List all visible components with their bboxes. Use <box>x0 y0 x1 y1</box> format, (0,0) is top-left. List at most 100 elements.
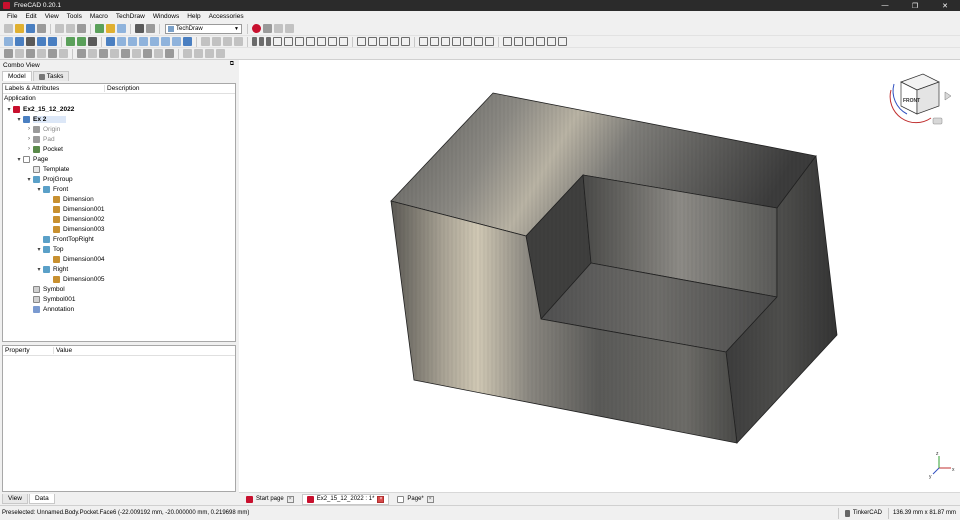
menu-file[interactable]: File <box>3 11 21 22</box>
doc-tab-page[interactable]: Page* × <box>392 494 438 505</box>
tree-item[interactable]: › Pad <box>3 134 55 144</box>
stack-top-icon[interactable] <box>183 49 192 58</box>
menu-techdraw[interactable]: TechDraw <box>112 11 149 22</box>
expand-arrow-icon[interactable]: ▾ <box>15 156 23 163</box>
expand-arrow-icon[interactable]: ▾ <box>25 176 33 183</box>
3d-viewport[interactable]: FRONT x z y <box>239 60 960 492</box>
workbench-selector[interactable]: TechDraw ▼ <box>165 23 242 34</box>
horizontal-dimension-toolbar-icon[interactable] <box>259 37 264 46</box>
bottom-view-icon[interactable] <box>161 37 170 46</box>
new-file-icon[interactable] <box>4 24 13 33</box>
tree-item[interactable]: ▾ Right <box>3 264 68 274</box>
hole-shaft-fit-icon[interactable] <box>525 37 534 46</box>
tree-item[interactable]: FrontTopRight <box>3 234 94 244</box>
menu-tools[interactable]: Tools <box>63 11 86 22</box>
stereo-icon[interactable] <box>37 37 46 46</box>
expand-arrow-icon[interactable]: ▾ <box>35 186 43 193</box>
left-view-icon[interactable] <box>172 37 181 46</box>
tree-item[interactable]: Dimension005 <box>3 274 105 284</box>
fit-selection-icon[interactable] <box>15 37 24 46</box>
macros-dialog-icon[interactable] <box>274 24 283 33</box>
tree-item[interactable]: ▾ Front <box>3 184 68 194</box>
export-page-dxf-icon[interactable] <box>48 49 57 58</box>
tree-item[interactable]: Template <box>3 164 69 174</box>
cosmetic-vertex-icon[interactable] <box>430 37 439 46</box>
techdraw-projgroup-icon[interactable] <box>234 37 243 46</box>
rich-annotation-icon[interactable] <box>485 37 494 46</box>
tree-item[interactable]: Dimension002 <box>3 214 105 224</box>
arch-view-icon[interactable] <box>121 49 130 58</box>
rear-view-icon[interactable] <box>150 37 159 46</box>
tree-item[interactable]: ▾ ProjGroup <box>3 174 73 184</box>
doc-tab-model[interactable]: Ex2_15_12_2022 : 1* × <box>301 493 390 505</box>
techdraw-view-icon[interactable] <box>223 37 232 46</box>
front-view-icon[interactable] <box>117 37 126 46</box>
close-icon[interactable]: × <box>377 495 385 503</box>
geom-hatch-icon[interactable] <box>368 37 377 46</box>
techdraw-new-page-icon[interactable] <box>201 37 210 46</box>
spreadsheet-view-icon[interactable] <box>132 49 141 58</box>
property-col-name[interactable]: Property <box>3 347 53 354</box>
navigation-style-selector[interactable]: TinkerCAD <box>837 507 888 519</box>
macro-icon[interactable] <box>146 24 155 33</box>
chamfer-icon[interactable] <box>536 37 545 46</box>
refresh-icon[interactable] <box>117 24 126 33</box>
isometric-view-icon[interactable] <box>106 37 115 46</box>
draft-view-icon[interactable] <box>110 49 119 58</box>
insert-page-icon[interactable] <box>4 49 13 58</box>
save-as-icon[interactable] <box>37 24 46 33</box>
navigation-cube[interactable]: FRONT <box>889 73 952 125</box>
menu-help[interactable]: Help <box>183 11 204 22</box>
clip-add-icon[interactable] <box>154 49 163 58</box>
draw-style-icon[interactable] <box>26 37 35 46</box>
tree-item[interactable]: ▾ Page <box>3 154 48 164</box>
redo-icon[interactable] <box>106 24 115 33</box>
tree-item[interactable]: Dimension004 <box>3 254 105 264</box>
menu-view[interactable]: View <box>41 11 63 22</box>
expand-arrow-icon[interactable]: › <box>25 146 33 152</box>
expand-arrow-icon[interactable]: › <box>25 136 33 142</box>
undock-icon[interactable]: ⧉ <box>230 61 234 68</box>
record-macro-icon[interactable] <box>252 24 261 33</box>
detail-view-icon[interactable] <box>99 49 108 58</box>
open-file-icon[interactable] <box>15 24 24 33</box>
model-tree[interactable]: Labels & Attributes Description Applicat… <box>2 83 236 342</box>
weld-symbol-icon[interactable] <box>503 37 512 46</box>
radius-dimension-icon[interactable] <box>273 37 282 46</box>
image-icon[interactable] <box>390 37 399 46</box>
measure-distance-icon[interactable] <box>183 37 192 46</box>
undo-icon[interactable] <box>95 24 104 33</box>
back-icon[interactable] <box>66 37 75 46</box>
menu-windows[interactable]: Windows <box>149 11 183 22</box>
toggle-frames-icon[interactable] <box>401 37 410 46</box>
tree-item[interactable]: Dimension003 <box>3 224 105 234</box>
midpoint-icon[interactable] <box>441 37 450 46</box>
navcube-menu-icon[interactable] <box>932 117 943 125</box>
doc-tab-start-page[interactable]: Start page × <box>241 494 299 505</box>
tree-item[interactable]: Annotation <box>3 304 74 314</box>
top-view-icon[interactable] <box>128 37 137 46</box>
techdraw-template-icon[interactable] <box>212 37 221 46</box>
tab-data[interactable]: Data <box>28 494 55 504</box>
redraw-page-icon[interactable] <box>59 49 68 58</box>
close-icon[interactable]: × <box>426 495 434 503</box>
navcube-arrow-right-icon[interactable] <box>944 91 952 101</box>
paste-icon[interactable] <box>77 24 86 33</box>
clip-remove-icon[interactable] <box>165 49 174 58</box>
sync-view-icon[interactable] <box>48 37 57 46</box>
insert-view-icon[interactable] <box>15 49 24 58</box>
hatch-icon[interactable] <box>357 37 366 46</box>
tree-item[interactable]: ▾ Ex 2 <box>3 114 67 124</box>
extent-dimension-icon[interactable] <box>317 37 326 46</box>
tree-item[interactable]: ▾ Top <box>3 244 63 254</box>
tab-model[interactable]: Model <box>2 71 32 81</box>
tree-item[interactable]: Dimension <box>3 194 94 204</box>
leader-line-icon[interactable] <box>474 37 483 46</box>
property-view[interactable]: Property Value <box>2 345 236 492</box>
diameter-dimension-icon[interactable] <box>284 37 293 46</box>
tree-item[interactable]: Dimension001 <box>3 204 105 214</box>
thread-icon[interactable] <box>547 37 556 46</box>
bookmark-icon[interactable] <box>88 37 97 46</box>
cascade-icon[interactable] <box>558 37 567 46</box>
tree-item[interactable]: › Pocket <box>3 144 63 154</box>
